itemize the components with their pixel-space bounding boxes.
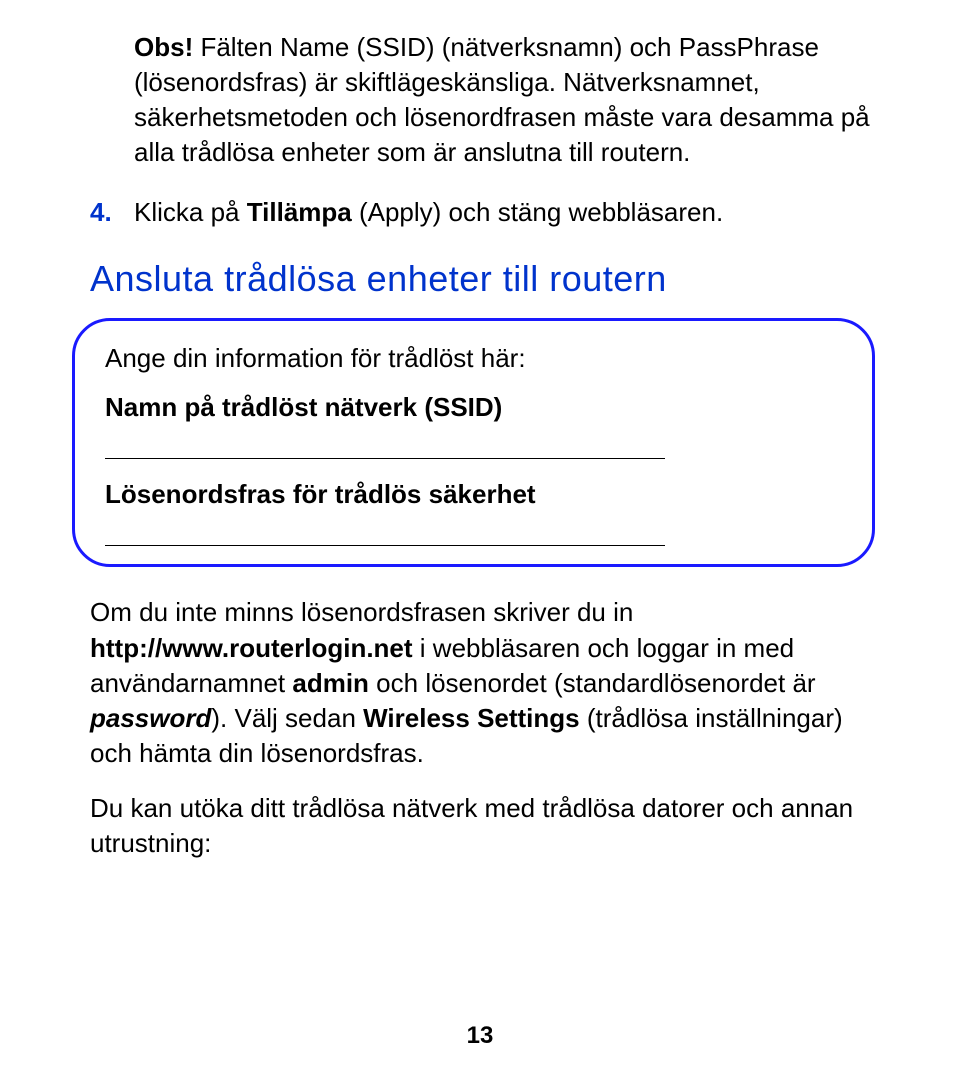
help-url: http://www.routerlogin.net (90, 633, 413, 663)
paragraph-note: Obs! Fälten Name (SSID) (nätverksnamn) o… (134, 30, 885, 170)
help-admin: admin (292, 668, 369, 698)
callout-intro: Ange din information för trådlöst här: (105, 343, 842, 374)
section-heading: Ansluta trådlösa enheter till routern (90, 258, 885, 300)
step-text: Klicka på Tillämpa (Apply) och stäng web… (134, 195, 885, 230)
help-d: ). Välj sedan (211, 703, 363, 733)
ssid-label: Namn på trådlöst nätverk (SSID) (105, 392, 842, 423)
step4-post: (Apply) och stäng webbläsaren. (352, 197, 723, 227)
paragraph-help: Om du inte minns lösenordsfrasen skriver… (90, 595, 885, 770)
step4-pre: Klicka på (134, 197, 247, 227)
step4-bold: Tillämpa (247, 197, 352, 227)
help-a: Om du inte minns lösenordsfrasen skriver… (90, 597, 633, 627)
paragraph-extend: Du kan utöka ditt trådlösa nätverk med t… (90, 791, 885, 861)
help-wireless-settings: Wireless Settings (363, 703, 580, 733)
passphrase-label: Lösenordsfras för trådlös säkerhet (105, 479, 842, 510)
obs-text: Fälten Name (SSID) (nätverksnamn) och Pa… (134, 32, 870, 167)
callout-box: Ange din information för trådlöst här: N… (72, 318, 875, 567)
step-number: 4. (90, 195, 134, 230)
ssid-input-line[interactable] (105, 429, 665, 459)
step-4: 4. Klicka på Tillämpa (Apply) och stäng … (90, 195, 885, 230)
help-password: password (90, 703, 211, 733)
obs-label: Obs! (134, 32, 193, 62)
passphrase-input-line[interactable] (105, 516, 665, 546)
help-c: och lösenordet (standardlösenordet är (369, 668, 816, 698)
page-number: 13 (0, 1022, 960, 1050)
